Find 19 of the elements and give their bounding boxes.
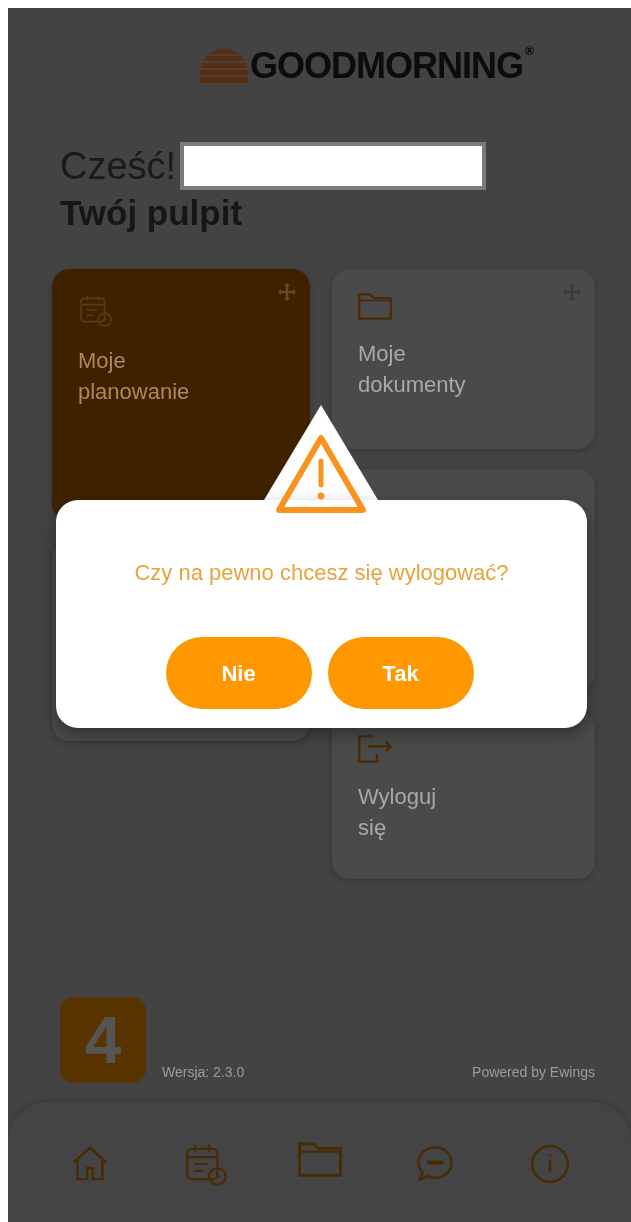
warning-icon	[275, 433, 367, 515]
version-text: Wersja: 2.3.0	[162, 1063, 245, 1082]
folder-icon	[358, 292, 392, 320]
no-button[interactable]: Nie	[165, 637, 312, 709]
sun-logo-icon	[200, 49, 248, 83]
exit-arrow-icon	[358, 734, 392, 763]
calendar-clock-icon	[78, 292, 112, 327]
folder-icon[interactable]	[297, 1142, 342, 1177]
tile-label: Wyloguj się	[358, 782, 437, 843]
tile-label: Moje dokumenty	[358, 339, 466, 400]
dashboard-tile[interactable]: Moje dokumenty	[332, 268, 595, 449]
move-icon[interactable]	[278, 282, 296, 301]
dialog-message: Czy na pewno chcesz się wylogować?	[134, 559, 509, 587]
logo-text: GOODMORNING	[250, 48, 523, 84]
powered-by-text: Powered by Ewings	[472, 1063, 595, 1082]
app-badge: 4	[60, 997, 146, 1083]
yes-button[interactable]: Tak	[327, 637, 474, 709]
tile-label: Moje planowanie	[78, 346, 190, 407]
registered-mark: ®	[525, 43, 534, 60]
